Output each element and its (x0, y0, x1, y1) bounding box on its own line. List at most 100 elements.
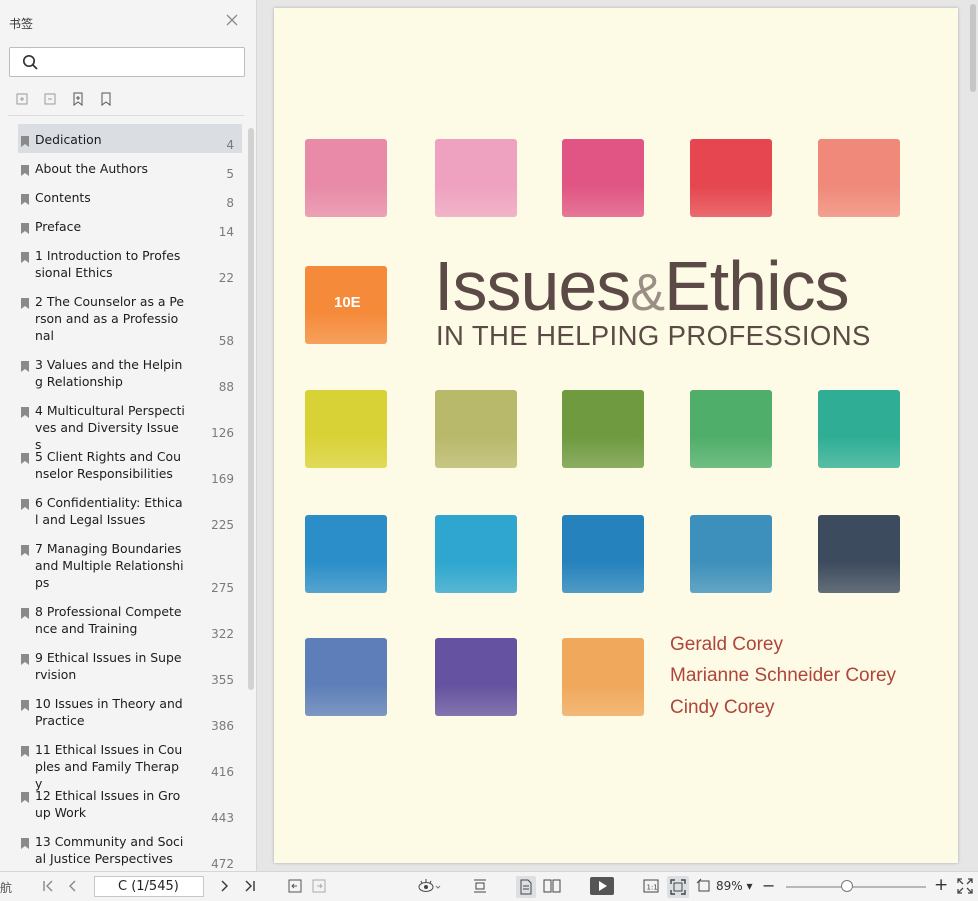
bookmark-icon (21, 788, 29, 803)
bookmark-item[interactable]: 1 Introduction to Professional Ethics 22 (18, 240, 242, 286)
color-swatch (435, 515, 517, 593)
color-swatch (562, 390, 644, 468)
two-page-view-icon[interactable] (543, 878, 561, 896)
color-swatch (562, 139, 644, 217)
add-bookmark-icon[interactable] (70, 91, 86, 107)
divider (8, 115, 244, 116)
bookmark-icon (21, 449, 29, 464)
fullscreen-icon[interactable] (957, 878, 973, 896)
zoom-level[interactable]: 89% ▾ (716, 879, 753, 893)
single-page-view-icon[interactable] (516, 876, 536, 898)
close-icon[interactable] (225, 12, 241, 28)
bookmark-label: About the Authors (35, 161, 149, 176)
sidebar-scrollbar[interactable] (248, 128, 254, 690)
bookmark-page-number: 169 (211, 472, 234, 486)
fit-page-icon[interactable] (667, 876, 689, 898)
color-swatch (818, 390, 900, 468)
fit-width-icon[interactable] (472, 878, 488, 896)
bookmark-page-number: 58 (218, 334, 234, 348)
bookmark-list: Dedication 4 About the Authors 5 Contents 8 Pr… (18, 124, 242, 872)
bookmark-item[interactable]: Contents 8 (18, 182, 242, 211)
svg-text:1:1: 1:1 (647, 884, 658, 892)
bookmark-item[interactable]: Preface 14 (18, 211, 242, 240)
bookmark-page-number: 14 (218, 225, 234, 239)
zoom-slider-handle[interactable] (841, 880, 853, 892)
bookmark-page-number: 355 (211, 673, 234, 687)
bookmark-label: 1 Introduction to Professional Ethics (35, 248, 181, 280)
forward-icon[interactable] (311, 878, 327, 896)
nav-label: 航 (0, 881, 13, 895)
zoom-value: 89% (716, 879, 743, 893)
bookmark-item[interactable]: 11 Ethical Issues in Couples and Family … (18, 734, 242, 791)
bookmark-search-input[interactable] (9, 47, 245, 77)
zoom-in-icon[interactable]: + (934, 875, 948, 895)
color-swatch (690, 390, 772, 468)
bookmark-label: 7 Managing Boundaries and Multiple Relat… (35, 541, 184, 590)
color-swatch (690, 139, 772, 217)
bookmark-icon (21, 132, 29, 147)
bookmark-page-number: 322 (211, 627, 234, 641)
bookmark-label: 6 Confidentiality: Ethical and Legal Iss… (35, 495, 183, 527)
bookmark-label: 13 Community and Social Justice Perspect… (35, 834, 184, 866)
bookmark-label: 8 Professional Competence and Training (35, 604, 182, 636)
bookmark-icon (21, 650, 29, 665)
bookmark-item[interactable]: 4 Multicultural Perspectives and Diversi… (18, 395, 242, 452)
prev-page-icon[interactable] (66, 878, 78, 896)
bookmark-icon (21, 742, 29, 757)
bookmark-item[interactable]: Dedication 4 (18, 124, 242, 153)
viewer-scrollbar[interactable] (970, 4, 976, 92)
bookmark-item[interactable]: 6 Confidentiality: Ethical and Legal Iss… (18, 487, 242, 533)
bookmark-item[interactable]: 3 Values and the Helping Relationship 88 (18, 349, 242, 395)
zoom-slider[interactable] (786, 886, 926, 888)
bookmark-icon (21, 190, 29, 205)
cover-subtitle: IN THE HELPING PROFESSIONS (436, 320, 871, 351)
bookmark-page-number: 386 (211, 719, 234, 733)
bookmark-item[interactable]: 8 Professional Competence and Training 32… (18, 596, 242, 642)
color-swatch (435, 390, 517, 468)
bookmark-icon (21, 834, 29, 849)
bookmark-label: Preface (35, 219, 82, 234)
bookmark-item[interactable]: 13 Community and Social Justice Perspect… (18, 826, 242, 872)
bookmark-item[interactable]: 12 Ethical Issues in Group Work 443 (18, 780, 242, 826)
bookmark-label: 10 Issues in Theory and Practice (35, 696, 183, 728)
title-part2: Ethics (664, 247, 850, 325)
bookmark-item[interactable]: 9 Ethical Issues in Supervision 355 (18, 642, 242, 688)
first-page-icon[interactable] (41, 878, 55, 896)
bookmark-icon (21, 495, 29, 510)
page-number-input[interactable]: C (1/545) (94, 876, 204, 897)
last-page-icon[interactable] (243, 878, 257, 896)
bookmark-icon[interactable] (98, 91, 114, 107)
zoom-out-icon[interactable]: − (762, 876, 775, 895)
bookmark-label: 3 Values and the Helping Relationship (35, 357, 183, 389)
bottom-toolbar: 航 C (1/545) 1:1 89% ▾ − + (0, 871, 978, 901)
bookmark-page-number: 275 (211, 581, 234, 595)
book-cover-page: 10E Issues&Ethics IN THE HELPING PROFESS… (274, 8, 958, 863)
read-mode-icon[interactable] (417, 878, 441, 896)
bookmark-label: 9 Ethical Issues in Supervision (35, 650, 182, 682)
collapse-all-icon[interactable] (42, 91, 58, 107)
author-2: Marianne Schneider Corey (670, 665, 897, 686)
bookmarks-panel: 书签 Dedication 4 About the Authors 5 Contents… (0, 0, 257, 871)
bookmark-icon (21, 161, 29, 176)
actual-size-icon[interactable]: 1:1 (643, 878, 659, 896)
zoom-tool-icon[interactable] (696, 878, 712, 896)
bookmark-page-number: 88 (218, 380, 234, 394)
expand-all-icon[interactable] (14, 91, 30, 107)
color-swatch (305, 515, 387, 593)
bookmark-item[interactable]: 2 The Counselor as a Person and as a Pro… (18, 286, 242, 349)
color-swatch (435, 638, 517, 716)
bookmark-item[interactable]: 5 Client Rights and Counselor Responsibi… (18, 441, 242, 487)
next-page-icon[interactable] (219, 878, 231, 896)
bookmark-item[interactable]: About the Authors 5 (18, 153, 242, 182)
slideshow-play-icon[interactable] (590, 877, 614, 895)
bookmark-page-number: 5 (226, 167, 234, 181)
edition-label: 10E (334, 294, 361, 311)
back-icon[interactable] (287, 878, 303, 896)
author-1: Gerald Corey (670, 634, 783, 655)
bookmark-item[interactable]: 10 Issues in Theory and Practice 386 (18, 688, 242, 734)
bookmark-item[interactable]: 7 Managing Boundaries and Multiple Relat… (18, 533, 242, 596)
color-swatch (305, 139, 387, 217)
bookmark-icon (21, 604, 29, 619)
bookmark-page-number: 4 (226, 138, 234, 152)
color-swatch (562, 638, 644, 716)
